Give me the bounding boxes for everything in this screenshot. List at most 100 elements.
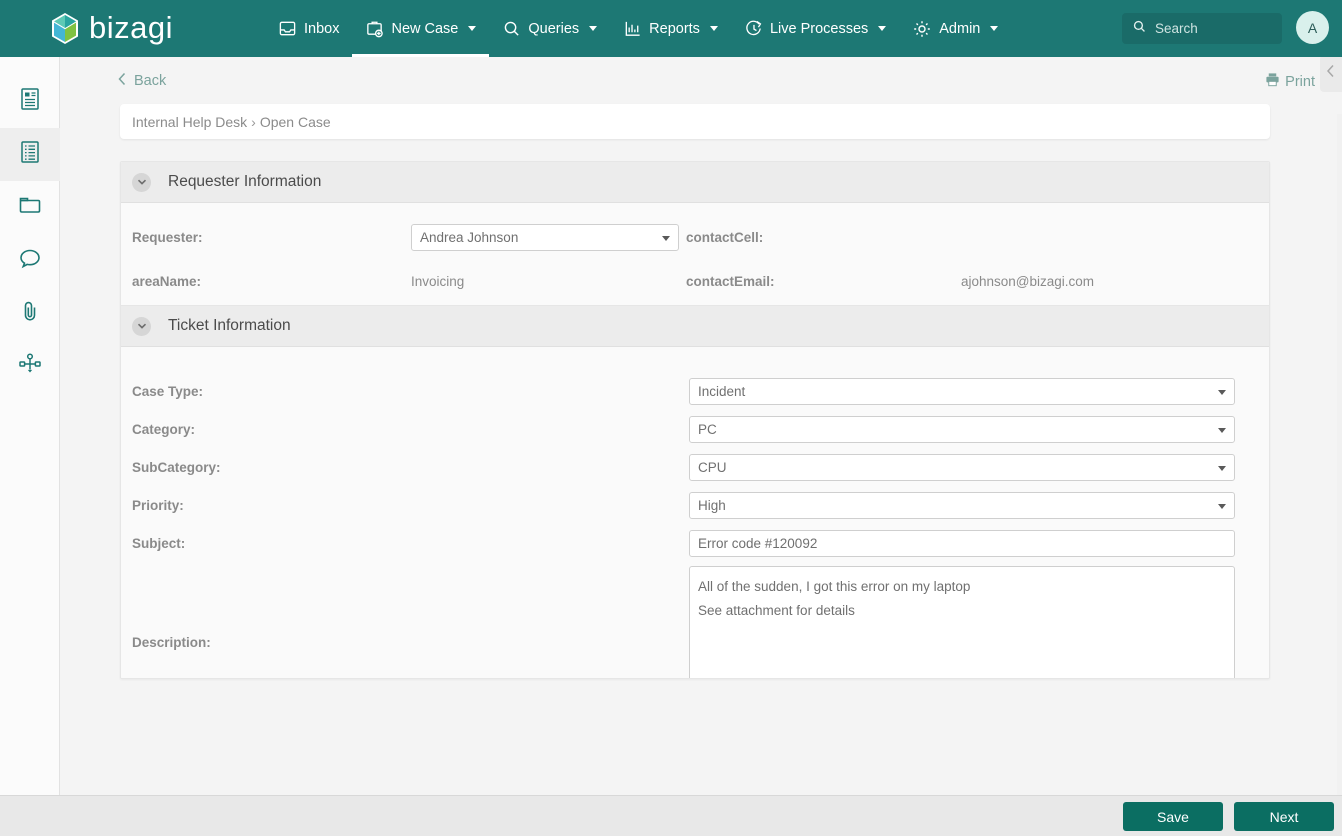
subcategory-select[interactable]: CPU <box>689 454 1235 481</box>
field-label-category: Category: <box>132 422 196 437</box>
bizagi-cube-logo-icon <box>50 12 80 45</box>
nav-item-queries[interactable]: Queries <box>489 0 610 57</box>
section-header-requester-information[interactable]: Requester Information <box>121 162 1269 203</box>
paperclip-icon <box>19 299 41 328</box>
main-nav: Inbox New Case Queries Reports Live Proc… <box>265 0 1011 57</box>
subject-input[interactable]: Error code #120092 <box>689 530 1235 557</box>
field-label: contactEmail: <box>686 274 775 289</box>
search-icon <box>1132 19 1147 39</box>
field-label: contactCell: <box>686 230 764 245</box>
case-form-card: Requester Information Requester: Andrea … <box>120 161 1270 679</box>
search-input[interactable]: Search <box>1122 13 1282 44</box>
field-label-subject: Subject: <box>132 536 186 551</box>
left-sidebar <box>0 57 60 836</box>
brand-logo-group[interactable]: bizagi <box>50 12 173 46</box>
avatar-initial: A <box>1307 19 1318 36</box>
chevron-down-icon[interactable] <box>132 172 151 192</box>
brand-name: bizagi <box>89 9 173 45</box>
document-list-icon <box>19 140 41 169</box>
nav-item-new-case[interactable]: New Case <box>352 0 490 57</box>
chevron-down-icon <box>878 26 887 31</box>
description-line-2: See attachment for details <box>698 603 855 618</box>
right-panel-toggle[interactable] <box>1320 57 1342 92</box>
breadcrumb-separator: › <box>251 113 256 130</box>
priority-select[interactable]: High <box>689 492 1235 519</box>
field-label-priority: Priority: <box>132 498 184 513</box>
subject-value: Error code #120092 <box>698 536 818 551</box>
field-contact-email: contactEmail: <box>686 274 775 289</box>
nav-label: Live Processes <box>769 20 869 37</box>
chevron-down-icon <box>1218 428 1226 433</box>
nav-item-admin[interactable]: Admin <box>899 0 1011 57</box>
nav-item-inbox[interactable]: Inbox <box>265 0 352 57</box>
area-name-value: Invoicing <box>411 274 465 289</box>
nav-item-reports[interactable]: Reports <box>610 0 731 57</box>
sidebar-item-case-attachments[interactable] <box>0 287 60 340</box>
print-label: Print <box>1285 73 1315 90</box>
section-header-ticket-information[interactable]: Ticket Information <box>121 306 1269 347</box>
section-title: Requester Information <box>168 173 322 190</box>
chevron-left-icon <box>117 72 127 90</box>
breadcrumb-current: Open Case <box>259 113 331 130</box>
subcategory-value: CPU <box>698 460 727 475</box>
content-scrollbar[interactable] <box>1337 114 1342 795</box>
next-button[interactable]: Next <box>1234 802 1334 831</box>
category-select[interactable]: PC <box>689 416 1235 443</box>
breadcrumb-root[interactable]: Internal Help Desk <box>132 114 247 130</box>
field-label-subcategory: SubCategory: <box>132 460 221 475</box>
field-label: Requester: <box>132 230 203 245</box>
sidebar-item-case-comments[interactable] <box>0 234 60 287</box>
nav-label: Reports <box>649 20 700 37</box>
field-area-name: areaName: <box>132 274 201 289</box>
chevron-down-icon <box>990 26 999 31</box>
save-button[interactable]: Save <box>1123 802 1223 831</box>
app-header: bizagi Inbox New Case Queries Reports Li… <box>0 0 1342 57</box>
sidebar-item-case-details[interactable] <box>0 128 60 181</box>
inbox-icon <box>278 19 297 38</box>
description-line-1: All of the sudden, I got this error on m… <box>698 579 971 594</box>
field-label-case-type: Case Type: <box>132 384 204 399</box>
form-footer: Save Next <box>0 795 1342 836</box>
new-case-icon <box>365 19 384 38</box>
chevron-down-icon[interactable] <box>132 316 151 336</box>
nav-label: Admin <box>939 20 981 37</box>
chevron-down-icon <box>468 26 477 31</box>
nav-item-live-processes[interactable]: Live Processes <box>731 0 899 57</box>
chevron-down-icon <box>662 236 670 241</box>
field-requester: Requester: <box>132 230 203 245</box>
requester-select[interactable]: Andrea Johnson <box>411 224 679 251</box>
main-content: Back Print Internal Help Desk › Open Cas <box>60 57 1342 795</box>
sidebar-item-case-folder[interactable] <box>0 181 60 234</box>
print-button[interactable]: Print <box>1265 72 1315 91</box>
description-textarea[interactable]: All of the sudden, I got this error on m… <box>689 566 1235 678</box>
chevron-down-icon <box>709 26 718 31</box>
nav-label: Inbox <box>304 20 340 37</box>
content-toolbar: Back Print <box>60 57 1342 104</box>
comment-bubble-icon <box>18 247 42 274</box>
case-type-value: Incident <box>698 384 746 399</box>
process-diagram-icon <box>18 352 42 381</box>
case-type-select[interactable]: Incident <box>689 378 1235 405</box>
chevron-down-icon <box>1218 504 1226 509</box>
contact-email-value: ajohnson@bizagi.com <box>961 274 1095 289</box>
nav-label: Queries <box>528 20 580 37</box>
search-placeholder: Search <box>1155 21 1198 36</box>
folder-icon <box>18 194 42 221</box>
field-label: areaName: <box>132 274 202 289</box>
chevron-down-icon <box>1218 390 1226 395</box>
back-button[interactable]: Back <box>117 72 166 90</box>
field-contact-cell: contactCell: <box>686 230 763 245</box>
live-processes-icon <box>744 19 763 38</box>
document-summary-icon <box>19 87 41 116</box>
chevron-down-icon <box>1218 466 1226 471</box>
back-label: Back <box>134 72 167 89</box>
nav-label: New Case <box>391 20 459 37</box>
sidebar-item-case-summary[interactable] <box>0 75 60 128</box>
gear-icon <box>912 19 932 39</box>
avatar[interactable]: A <box>1296 11 1329 44</box>
section-body-requester-information: Requester: Andrea Johnson contactCell: a… <box>121 203 1269 306</box>
sidebar-item-case-process[interactable] <box>0 340 60 393</box>
printer-icon <box>1265 72 1280 91</box>
chevron-left-icon <box>1326 64 1336 83</box>
breadcrumb[interactable]: Internal Help Desk › Open Case <box>120 104 1270 139</box>
